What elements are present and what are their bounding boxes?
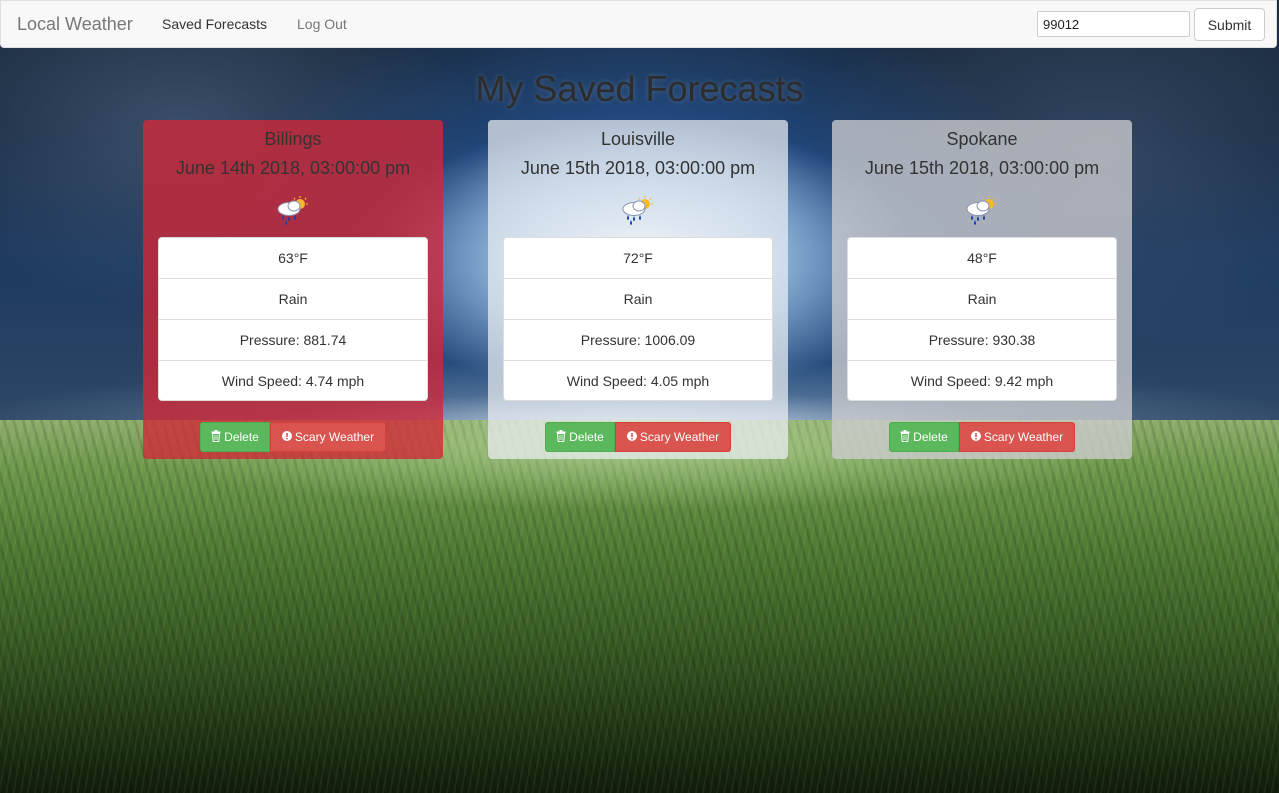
- delete-button[interactable]: Delete: [545, 422, 615, 452]
- brand-link[interactable]: Local Weather: [17, 14, 133, 35]
- zip-code-input[interactable]: [1037, 11, 1190, 37]
- scary-weather-label: Scary Weather: [294, 430, 375, 444]
- card-city: Spokane: [946, 129, 1018, 149]
- delete-button[interactable]: Delete: [889, 422, 959, 452]
- scary-weather-label: Scary Weather: [983, 430, 1064, 444]
- trash-icon: [900, 430, 910, 442]
- trash-icon: [211, 430, 221, 442]
- delete-label: Delete: [569, 430, 604, 444]
- trash-icon: [556, 430, 566, 442]
- delete-label: Delete: [913, 430, 948, 444]
- card-city: Louisville: [600, 129, 676, 149]
- temperature: 48°F: [848, 238, 1116, 279]
- weather-details-list: 48°F Rain Pressure: 930.38 Wind Speed: 9…: [847, 237, 1117, 401]
- wheat-field: [0, 420, 1279, 793]
- exclamation-icon: [626, 431, 637, 441]
- pressure: Pressure: 930.38: [848, 320, 1116, 361]
- card-actions: Delete Scary Weather: [143, 422, 443, 452]
- exclamation-icon: [281, 431, 292, 441]
- pressure: Pressure: 881.74: [159, 320, 427, 361]
- exclamation-icon: [970, 431, 981, 441]
- condition: Rain: [159, 279, 427, 320]
- temperature: 63°F: [159, 238, 427, 279]
- delete-button[interactable]: Delete: [200, 422, 270, 452]
- weather-details-list: 63°F Rain Pressure: 881.74 Wind Speed: 4…: [158, 237, 428, 401]
- forecast-card: Spokane June 15th 2018, 03:00:00 pm 48°F…: [832, 120, 1132, 459]
- weather-details-list: 72°F Rain Pressure: 1006.09 Wind Speed: …: [503, 237, 773, 401]
- scary-weather-button[interactable]: Scary Weather: [270, 422, 386, 452]
- card-date: June 14th 2018, 03:00:00 pm: [175, 158, 411, 178]
- condition: Rain: [504, 279, 772, 320]
- rain-sun-icon: [966, 196, 997, 225]
- scary-weather-label: Scary Weather: [639, 430, 720, 444]
- rain-sun-icon: [622, 196, 653, 225]
- submit-button[interactable]: Submit: [1194, 8, 1265, 41]
- card-date: June 15th 2018, 03:00:00 pm: [864, 158, 1100, 178]
- condition: Rain: [848, 279, 1116, 320]
- card-actions: Delete Scary Weather: [488, 422, 788, 452]
- rain-sun-icon: [277, 196, 308, 225]
- card-actions: Delete Scary Weather: [832, 422, 1132, 452]
- card-city: Billings: [264, 129, 322, 149]
- wind-speed: Wind Speed: 9.42 mph: [910, 373, 1054, 389]
- temperature: 72°F: [504, 238, 772, 279]
- pressure: Pressure: 1006.09: [504, 320, 772, 361]
- page-title: My Saved Forecasts: [475, 68, 804, 109]
- delete-label: Delete: [224, 430, 259, 444]
- navbar: Local Weather Saved Forecasts Log Out Su…: [0, 0, 1277, 48]
- scary-weather-button[interactable]: Scary Weather: [959, 422, 1075, 452]
- scary-weather-button[interactable]: Scary Weather: [615, 422, 731, 452]
- forecast-card: Billings June 14th 2018, 03:00:00 pm 63°…: [143, 120, 443, 459]
- wind-speed: Wind Speed: 4.74 mph: [221, 373, 365, 389]
- nav-log-out[interactable]: Log Out: [297, 16, 347, 32]
- wind-speed: Wind Speed: 4.05 mph: [566, 373, 710, 389]
- card-date: June 15th 2018, 03:00:00 pm: [520, 158, 756, 178]
- forecast-card: Louisville June 15th 2018, 03:00:00 pm 7…: [488, 120, 788, 459]
- nav-saved-forecasts[interactable]: Saved Forecasts: [162, 16, 267, 32]
